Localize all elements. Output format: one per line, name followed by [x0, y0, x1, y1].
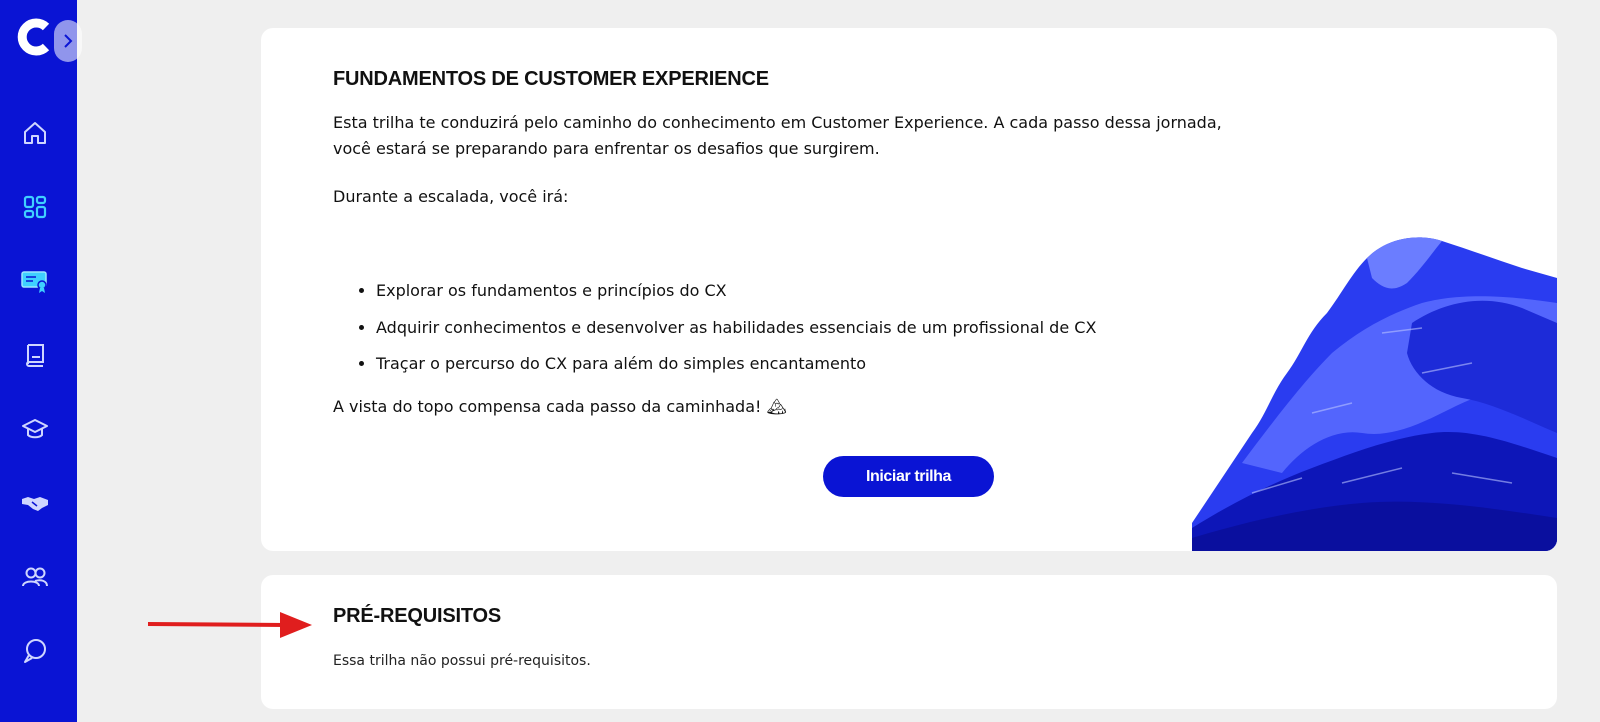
mountain-illustration — [1192, 237, 1557, 551]
prerequisites-title: PRÉ-REQUISITOS — [333, 605, 501, 627]
sidebar-item-community[interactable] — [18, 560, 52, 594]
sidebar-item-certificates[interactable] — [18, 264, 52, 298]
sidebar-item-chat[interactable] — [18, 634, 52, 668]
handshake-icon — [22, 497, 48, 511]
sidebar-item-courses[interactable] — [18, 412, 52, 446]
track-intro: Esta trilha te conduzirá pelo caminho do… — [333, 113, 1222, 158]
prerequisites-text: Essa trilha não possui pré-requisitos. — [333, 653, 591, 669]
dashboard-icon — [23, 195, 47, 219]
track-closing: A vista do topo compensa cada passo da c… — [333, 397, 787, 416]
track-goals-list: Explorar os fundamentos e princípios do … — [333, 278, 1096, 388]
graduation-cap-icon — [22, 419, 48, 439]
book-icon — [26, 344, 44, 367]
sidebar-item-home[interactable] — [18, 116, 52, 150]
sidebar-item-partnerships[interactable] — [18, 486, 52, 520]
list-item: Adquirir conhecimentos e desenvolver as … — [376, 315, 1096, 352]
start-track-button[interactable]: Iniciar trilha — [823, 456, 994, 497]
annotation-arrow-icon — [148, 612, 312, 638]
users-icon — [22, 567, 48, 587]
list-item: Explorar os fundamentos e princípios do … — [376, 278, 1096, 315]
sidebar-item-dashboard[interactable] — [18, 190, 52, 224]
sidebar-item-library[interactable] — [18, 338, 52, 372]
prerequisites-card: PRÉ-REQUISITOS Essa trilha não possui pr… — [261, 575, 1557, 709]
chevron-right-icon — [64, 34, 73, 48]
c-logo-icon[interactable] — [17, 18, 51, 56]
certificate-icon — [21, 271, 47, 293]
chat-icon — [24, 639, 46, 663]
sidebar-expand-button[interactable] — [54, 20, 82, 62]
track-title: FUNDAMENTOS DE CUSTOMER EXPERIENCE — [333, 68, 769, 90]
track-lead: Durante a escalada, você irá: — [333, 187, 569, 206]
list-item: Traçar o percurso do CX para além do sim… — [376, 351, 1096, 388]
sidebar — [0, 0, 82, 722]
home-icon — [24, 122, 46, 144]
track-card: FUNDAMENTOS DE CUSTOMER EXPERIENCE Esta … — [261, 28, 1557, 551]
